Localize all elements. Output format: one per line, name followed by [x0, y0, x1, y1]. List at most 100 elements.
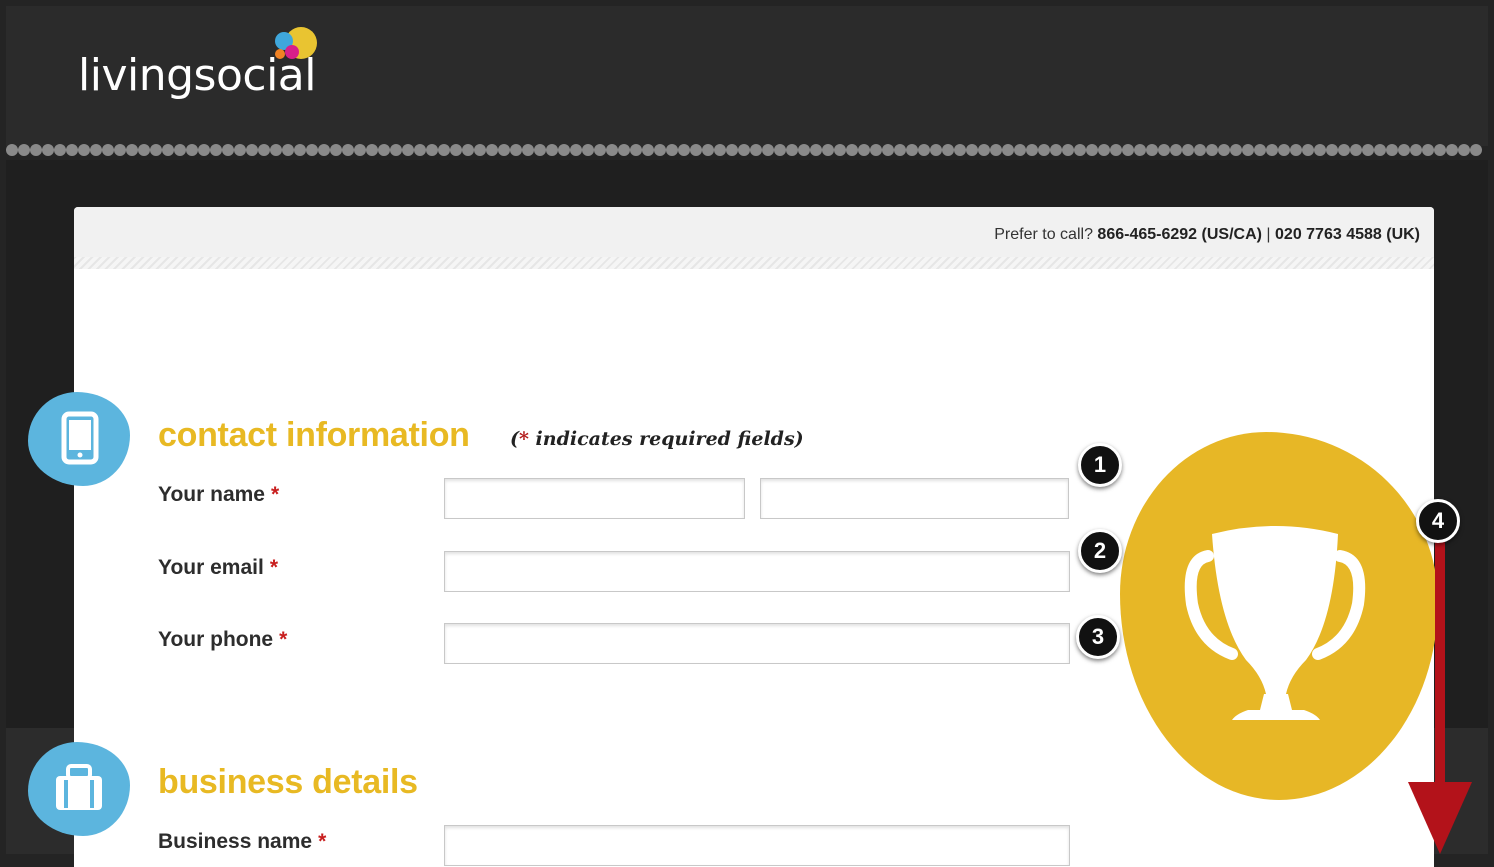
- scallop-bump: [18, 144, 30, 156]
- scallop-bump: [474, 144, 486, 156]
- scallop-bump: [378, 144, 390, 156]
- scallop-bump: [978, 144, 990, 156]
- scallop-bump: [222, 144, 234, 156]
- mobile-phone-icon: [61, 411, 99, 465]
- us-phone-number[interactable]: 866-465-6292 (US/CA): [1097, 226, 1262, 243]
- scallop-bump: [270, 144, 282, 156]
- card-header-stripes: [74, 257, 1434, 269]
- required-marker: *: [269, 556, 278, 579]
- scallop-bump: [990, 144, 1002, 156]
- scallop-bump: [714, 144, 726, 156]
- scallop-bump: [402, 144, 414, 156]
- scallop-bump: [642, 144, 654, 156]
- scallop-bump: [1098, 144, 1110, 156]
- scallop-bump: [390, 144, 402, 156]
- last-name-input[interactable]: [760, 478, 1069, 519]
- scallop-bump: [666, 144, 678, 156]
- scallop-bump: [546, 144, 558, 156]
- scallop-bump: [1158, 144, 1170, 156]
- scallop-bump: [810, 144, 822, 156]
- scallop-bump: [558, 144, 570, 156]
- business-name-input[interactable]: [444, 825, 1070, 866]
- scallop-bump: [126, 144, 138, 156]
- scallop-bump: [882, 144, 894, 156]
- scallop-bump: [594, 144, 606, 156]
- scallop-bump: [1278, 144, 1290, 156]
- scallop-bump: [186, 144, 198, 156]
- down-arrow-annotation: [1408, 540, 1472, 854]
- scallop-bump: [1242, 144, 1254, 156]
- scallop-bump: [522, 144, 534, 156]
- trophy-badge: [1120, 432, 1438, 800]
- scallop-bump: [78, 144, 90, 156]
- scallop-bump: [846, 144, 858, 156]
- scallop-bump: [918, 144, 930, 156]
- required-note-star: *: [519, 428, 529, 450]
- required-marker: *: [279, 628, 288, 651]
- scallop-bump: [762, 144, 774, 156]
- scallop-bump: [366, 144, 378, 156]
- scallop-bump: [690, 144, 702, 156]
- scallop-bump: [114, 144, 126, 156]
- phone-label: Your phone *: [158, 628, 287, 652]
- call-separator: |: [1266, 226, 1271, 243]
- scallop-bump: [1230, 144, 1242, 156]
- required-note-text: indicates required fields): [528, 428, 804, 450]
- scallop-bump: [1422, 144, 1434, 156]
- scallop-bump: [414, 144, 426, 156]
- scallop-bump: [930, 144, 942, 156]
- scallop-bump: [1074, 144, 1086, 156]
- scallop-bump: [1290, 144, 1302, 156]
- scallop-bump: [1002, 144, 1014, 156]
- scallop-bump: [858, 144, 870, 156]
- scallop-bump: [1266, 144, 1278, 156]
- scallop-bump: [702, 144, 714, 156]
- logo-dots-icon: [275, 27, 317, 59]
- scallop-bump: [1014, 144, 1026, 156]
- scallop-bump: [66, 144, 78, 156]
- scallop-bump: [1182, 144, 1194, 156]
- scallop-bump: [1458, 144, 1470, 156]
- business-name-label-text: Business name: [158, 830, 313, 853]
- scallop-bump: [510, 144, 522, 156]
- contact-section-icon-badge: [28, 392, 130, 486]
- scallop-bump: [774, 144, 786, 156]
- scallop-bump: [738, 144, 750, 156]
- scallop-bump: [90, 144, 102, 156]
- scallop-bump: [6, 144, 18, 156]
- callout-2: 2: [1078, 529, 1122, 573]
- scallop-bump: [1194, 144, 1206, 156]
- header-scallop-border: [6, 140, 1488, 156]
- briefcase-icon: [56, 764, 102, 810]
- scallop-bump: [102, 144, 114, 156]
- scallop-bump: [750, 144, 762, 156]
- scallop-bump: [246, 144, 258, 156]
- scallop-bump: [258, 144, 270, 156]
- callout-1: 1: [1078, 443, 1122, 487]
- scallop-bump: [198, 144, 210, 156]
- email-input[interactable]: [444, 551, 1070, 592]
- scallop-bump: [1314, 144, 1326, 156]
- scallop-bump: [1134, 144, 1146, 156]
- uk-phone-number[interactable]: 020 7763 4588 (UK): [1275, 226, 1420, 243]
- scallop-bump: [834, 144, 846, 156]
- scallop-bump: [1446, 144, 1458, 156]
- scallop-bump: [1350, 144, 1362, 156]
- scallop-bump: [210, 144, 222, 156]
- name-label-text: Your name: [158, 483, 265, 506]
- scallop-bump: [450, 144, 462, 156]
- scallop-bump: [294, 144, 306, 156]
- scallop-bump: [1374, 144, 1386, 156]
- phone-input[interactable]: [444, 623, 1070, 664]
- scallop-bump: [894, 144, 906, 156]
- scallop-bump: [1386, 144, 1398, 156]
- scallop-bump: [486, 144, 498, 156]
- scallop-bump: [342, 144, 354, 156]
- first-name-input[interactable]: [444, 478, 745, 519]
- business-name-label: Business name *: [158, 830, 326, 854]
- site-header: livingsocial: [6, 6, 1488, 140]
- trophy-icon: [1184, 526, 1366, 720]
- scallop-bump: [1086, 144, 1098, 156]
- scallop-bump: [726, 144, 738, 156]
- scallop-bump: [498, 144, 510, 156]
